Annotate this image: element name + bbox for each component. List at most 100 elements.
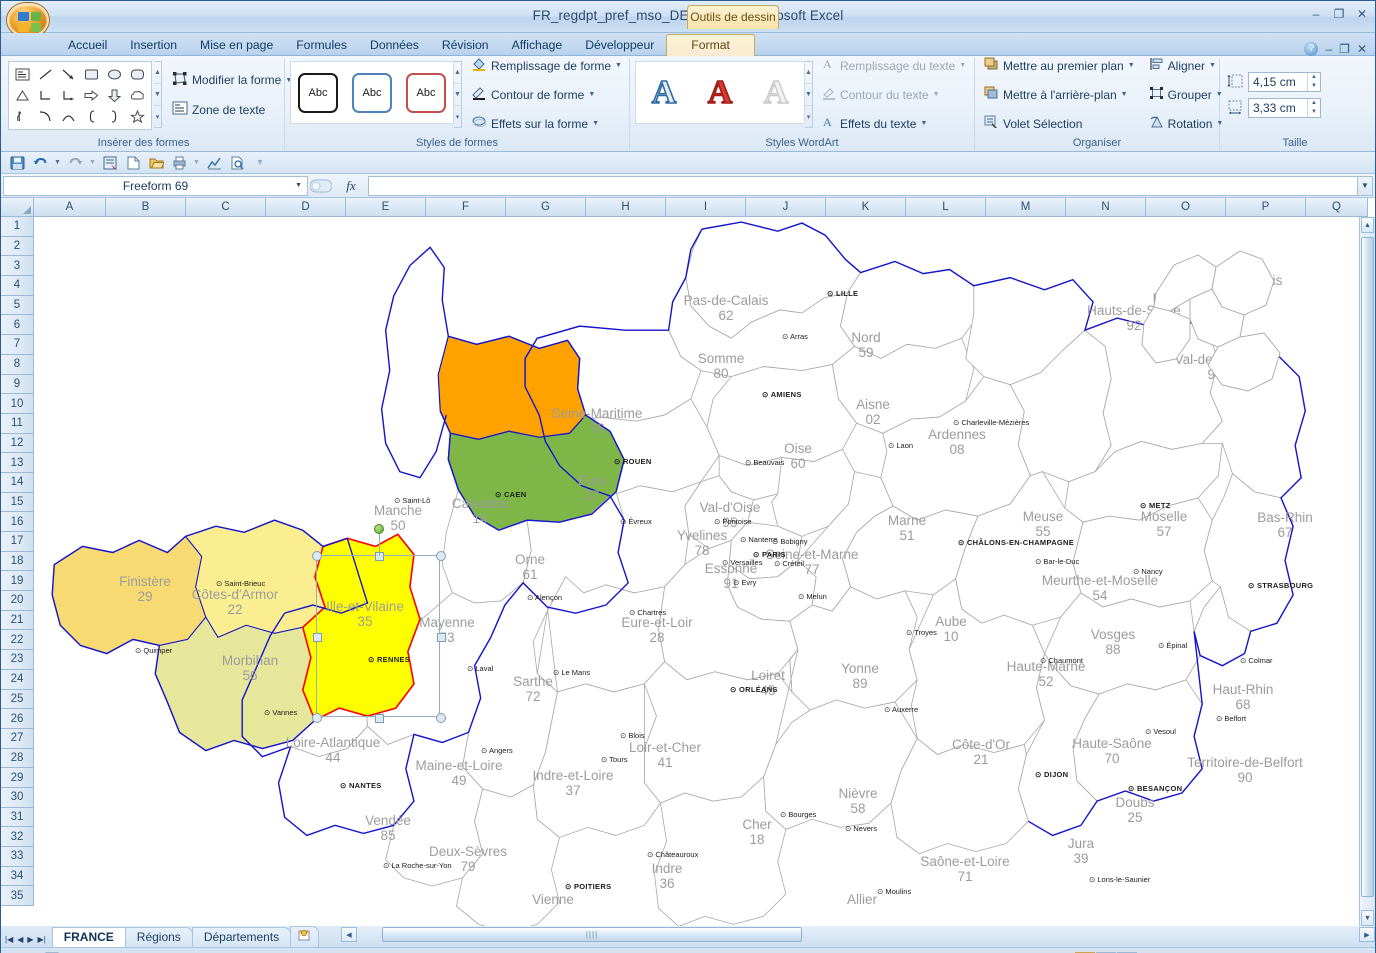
shape-selection-box[interactable]	[316, 555, 440, 717]
resize-handle-sw[interactable]	[312, 713, 322, 723]
row-header-14[interactable]: 14	[1, 473, 34, 493]
row-header-4[interactable]: 4	[1, 276, 34, 296]
row-header-29[interactable]: 29	[1, 768, 34, 788]
row-header-23[interactable]: 23	[1, 650, 34, 670]
styles-more-icon[interactable]: ▾	[454, 106, 461, 127]
row-header-21[interactable]: 21	[1, 611, 34, 631]
new-icon[interactable]	[123, 154, 143, 172]
row-header-26[interactable]: 26	[1, 709, 34, 729]
scroll-up-icon[interactable]: ▲	[1361, 217, 1374, 233]
rotation-handle[interactable]	[374, 524, 384, 534]
app-restore-icon[interactable]: ❐	[1339, 42, 1350, 56]
row-header-20[interactable]: 20	[1, 591, 34, 611]
contour-du-texte-button[interactable]: Contour du texte ▼	[818, 83, 970, 106]
shape-cloud-icon[interactable]	[126, 85, 149, 106]
tab-mise-en-page[interactable]: Mise en page	[189, 35, 284, 56]
sheet-nav-buttons[interactable]: |◀ ◀ ▶ ▶|	[1, 935, 52, 947]
insert-worksheet-button[interactable]	[290, 926, 319, 947]
shape-rounded-rect-icon[interactable]	[126, 64, 149, 85]
minimize-icon[interactable]: –	[1309, 7, 1323, 21]
chevron-down-icon[interactable]: ▼	[1128, 62, 1135, 69]
app-minimize-icon[interactable]: –	[1325, 42, 1332, 56]
column-header-N[interactable]: N	[1066, 198, 1146, 217]
shape-star-icon[interactable]	[126, 106, 149, 127]
undo-dropdown-icon[interactable]: ▼	[53, 154, 62, 172]
shape-height-stepper[interactable]: ▲▼	[1248, 72, 1321, 92]
column-header-G[interactable]: G	[506, 198, 586, 217]
horizontal-scroll-thumb[interactable]: ||||	[382, 927, 802, 942]
scroll-right-icon[interactable]: ▶	[1359, 927, 1375, 942]
wordart-scroll-down-icon[interactable]: ▼	[805, 84, 812, 106]
first-sheet-icon[interactable]: |◀	[5, 935, 13, 944]
sheet-tab-france[interactable]: FRANCE	[52, 927, 126, 947]
wordart-style-preview-1[interactable]: A	[639, 64, 689, 121]
column-header-M[interactable]: M	[986, 198, 1066, 217]
column-header-K[interactable]: K	[826, 198, 906, 217]
app-close-icon[interactable]: ✕	[1357, 42, 1367, 56]
row-header-34[interactable]: 34	[1, 867, 34, 887]
column-header-D[interactable]: D	[266, 198, 346, 217]
row-header-2[interactable]: 2	[1, 237, 34, 257]
shape-right-arrow-icon[interactable]	[80, 85, 103, 106]
resize-handle-nw[interactable]	[312, 551, 322, 561]
column-header-O[interactable]: O	[1146, 198, 1226, 217]
row-header-15[interactable]: 15	[1, 493, 34, 513]
restore-icon[interactable]: ❐	[1332, 7, 1346, 21]
shape-style-preview-2[interactable]: Abc	[348, 64, 396, 121]
chevron-down-icon[interactable]: ▼	[959, 62, 966, 69]
tab-donnees[interactable]: Données	[359, 35, 430, 56]
last-sheet-icon[interactable]: ▶|	[38, 935, 46, 944]
row-header-9[interactable]: 9	[1, 375, 34, 395]
open-icon[interactable]	[146, 154, 166, 172]
chevron-down-icon[interactable]: ▼	[588, 91, 595, 98]
chevron-down-icon[interactable]: ▼	[1121, 91, 1128, 98]
row-header-17[interactable]: 17	[1, 532, 34, 552]
row-header-3[interactable]: 3	[1, 256, 34, 276]
row-header-31[interactable]: 31	[1, 808, 34, 828]
row-header-22[interactable]: 22	[1, 630, 34, 650]
row-header-32[interactable]: 32	[1, 827, 34, 847]
row-header-30[interactable]: 30	[1, 788, 34, 808]
tab-affichage[interactable]: Affichage	[501, 35, 574, 56]
column-header-L[interactable]: L	[906, 198, 986, 217]
column-header-Q[interactable]: Q	[1306, 198, 1368, 217]
row-header-25[interactable]: 25	[1, 690, 34, 710]
next-sheet-icon[interactable]: ▶	[27, 935, 33, 944]
column-header-C[interactable]: C	[186, 198, 266, 217]
row-header-13[interactable]: 13	[1, 453, 34, 473]
shape-height-arrows[interactable]: ▲▼	[1307, 73, 1320, 91]
shape-line-icon[interactable]	[34, 64, 57, 85]
shape-arrow-icon[interactable]	[57, 64, 80, 85]
column-header-B[interactable]: B	[106, 198, 186, 217]
gallery-more-icon[interactable]: ▾	[154, 106, 161, 127]
column-header-H[interactable]: H	[586, 198, 666, 217]
resize-handle-ne[interactable]	[436, 551, 446, 561]
row-header-35[interactable]: 35	[1, 886, 34, 906]
horizontal-scroll-track[interactable]: ||||	[358, 927, 1358, 942]
undo-icon[interactable]	[30, 154, 50, 172]
formula-bar-expand-icon[interactable]: ▼	[1357, 176, 1373, 196]
row-header-1[interactable]: 1	[1, 217, 34, 237]
shape-arc-icon[interactable]	[57, 106, 80, 127]
row-header-28[interactable]: 28	[1, 749, 34, 769]
shape-ellipse-icon[interactable]	[103, 64, 126, 85]
remplissage-du-texte-button[interactable]: A Remplissage du texte ▼	[818, 54, 970, 77]
row-header-18[interactable]: 18	[1, 552, 34, 572]
tab-format[interactable]: Format	[666, 34, 755, 56]
scroll-left-icon[interactable]: ◀	[341, 927, 357, 942]
gallery-scroll-down-icon[interactable]: ▼	[154, 84, 161, 106]
row-header-7[interactable]: 7	[1, 335, 34, 355]
resize-handle-s[interactable]	[375, 714, 384, 723]
vertical-scrollbar[interactable]: ▲ ▼	[1359, 217, 1375, 926]
effets-du-texte-button[interactable]: A Effets du texte ▼	[818, 112, 970, 135]
select-all-corner[interactable]	[1, 198, 34, 217]
shape-elbow-arrow-icon[interactable]	[57, 85, 80, 106]
row-header-11[interactable]: 11	[1, 414, 34, 434]
print-preview-icon[interactable]	[227, 154, 247, 172]
shape-styles-scroll[interactable]: ▲ ▼ ▾	[454, 61, 462, 128]
redo-dropdown-icon[interactable]: ▼	[88, 154, 97, 172]
shape-down-arrow-icon[interactable]	[103, 85, 126, 106]
row-header-6[interactable]: 6	[1, 315, 34, 335]
column-header-I[interactable]: I	[666, 198, 746, 217]
wordart-style-preview-2[interactable]: A	[695, 64, 745, 121]
